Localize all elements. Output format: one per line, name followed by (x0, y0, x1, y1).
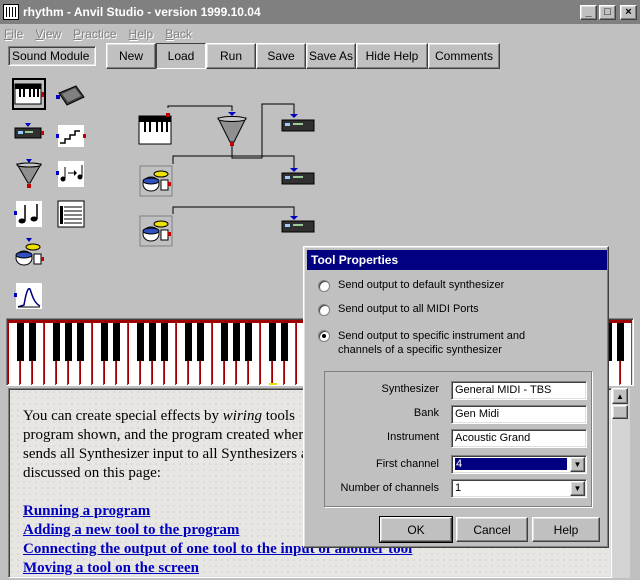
node-synth-2-icon[interactable] (281, 168, 315, 185)
num-channels-label: Number of channels (340, 482, 439, 494)
node-drums-1-icon[interactable] (139, 165, 173, 197)
stairs-icon (56, 125, 86, 147)
num-channels-select[interactable]: 1 ▼ (451, 479, 587, 498)
palette-notes-tool[interactable] (12, 198, 46, 230)
app-icon[interactable] (3, 4, 19, 20)
ok-button[interactable]: OK (379, 516, 453, 543)
black-key[interactable] (29, 323, 36, 361)
keyboard-icon (14, 83, 44, 105)
close-button[interactable]: × (620, 4, 637, 20)
notes-icon (14, 201, 42, 227)
funnel-icon (16, 159, 42, 188)
cancel-button[interactable]: Cancel (456, 517, 528, 542)
black-key[interactable] (233, 323, 240, 361)
node-keyboard-icon[interactable] (138, 113, 172, 145)
tool-properties-dialog: Tool Properties Send output to default s… (303, 246, 609, 548)
run-button[interactable]: Run (206, 43, 256, 69)
black-key[interactable] (269, 323, 276, 361)
properties-group: Synthesizer General MIDI - TBS Bank Gen … (324, 371, 592, 507)
synthesizer-field[interactable]: General MIDI - TBS (451, 381, 587, 400)
palette-staff-tool[interactable] (54, 198, 88, 230)
radio-button[interactable] (318, 304, 330, 316)
first-channel-select[interactable]: 4 ▼ (451, 455, 587, 474)
node-synth-3-icon[interactable] (281, 216, 315, 233)
dialog-title: Tool Properties (307, 250, 607, 270)
black-key[interactable] (161, 323, 168, 361)
black-key[interactable] (245, 323, 252, 361)
note-arrow-icon (56, 161, 84, 187)
palette-keyboard-tool[interactable] (12, 78, 46, 110)
comments-button[interactable]: Comments (428, 43, 500, 69)
scroll-up-icon[interactable]: ▲ (612, 388, 628, 404)
palette-stairs-tool[interactable] (54, 120, 88, 152)
black-key[interactable] (137, 323, 144, 361)
chevron-down-icon[interactable]: ▼ (570, 457, 585, 472)
black-key[interactable] (149, 323, 156, 361)
palette-synth-tool[interactable] (12, 118, 46, 150)
palette-note-arrow-tool[interactable] (54, 158, 88, 190)
instrument-field[interactable]: Acoustic Grand (451, 429, 587, 448)
save-as-button[interactable]: Save As (306, 43, 356, 69)
synth-module-icon (14, 123, 44, 139)
option-default-synth[interactable]: Send output to default synthesizer (318, 279, 504, 292)
radio-button-checked[interactable] (318, 330, 330, 342)
palette-sequencer-tool[interactable] (54, 80, 88, 112)
black-key[interactable] (77, 323, 84, 361)
black-key[interactable] (65, 323, 72, 361)
black-key[interactable] (17, 323, 24, 361)
option-specific-instrument[interactable]: Send output to specific instrument and c… (318, 329, 538, 357)
black-key[interactable] (53, 323, 60, 361)
menu-bar: File View Practice Help Back (0, 24, 640, 43)
middle-c-marker (269, 383, 277, 385)
menu-help[interactable]: Help (129, 27, 154, 41)
toolbar: New Load Run Save Save As Hide Help Comm… (106, 43, 500, 71)
black-key[interactable] (113, 323, 120, 361)
scroll-thumb[interactable] (612, 405, 628, 419)
save-button[interactable]: Save (256, 43, 306, 69)
synthesizer-label: Synthesizer (381, 383, 439, 395)
help-scrollbar[interactable]: ▲ (612, 388, 630, 578)
maximize-button[interactable]: □ (599, 4, 616, 20)
black-key[interactable] (281, 323, 288, 361)
envelope-icon (14, 283, 42, 309)
black-key[interactable] (197, 323, 204, 361)
new-button[interactable]: New (106, 43, 156, 69)
black-key[interactable] (101, 323, 108, 361)
window-title: rhythm - Anvil Studio - version 1999.10.… (23, 5, 261, 19)
bank-label: Bank (413, 407, 439, 419)
title-bar: rhythm - Anvil Studio - version 1999.10.… (0, 0, 640, 24)
black-key[interactable] (185, 323, 192, 361)
bank-field[interactable]: Gen Midi (451, 405, 587, 424)
help-button[interactable]: Help (532, 517, 600, 542)
palette-envelope-tool[interactable] (12, 280, 46, 312)
palette-funnel-tool[interactable] (12, 158, 46, 190)
first-channel-label: First channel (376, 458, 439, 470)
node-synth-1-icon[interactable] (281, 114, 315, 132)
hide-help-button[interactable]: Hide Help (356, 43, 428, 69)
option-all-midi-ports[interactable]: Send output to all MIDI Ports (318, 303, 479, 316)
menu-practice[interactable]: Practice (73, 27, 116, 41)
menu-back[interactable]: Back (165, 27, 192, 41)
palette-drums-tool[interactable] (12, 238, 46, 270)
instrument-label: Instrument (387, 431, 439, 443)
palette-label: Sound Module (8, 46, 96, 66)
node-funnel-icon[interactable] (217, 112, 247, 146)
drums-icon (15, 238, 44, 266)
menu-file[interactable]: File (4, 27, 23, 41)
minimize-button[interactable]: _ (580, 4, 597, 20)
black-key[interactable] (617, 323, 624, 361)
sequencer-icon (56, 85, 85, 106)
black-key[interactable] (221, 323, 228, 361)
load-button[interactable]: Load (156, 43, 206, 69)
node-drums-2-icon[interactable] (139, 215, 173, 247)
menu-view[interactable]: View (35, 27, 61, 41)
link-moving-tool[interactable]: Moving a tool on the screen (23, 559, 412, 577)
radio-button[interactable] (318, 280, 330, 292)
chevron-down-icon[interactable]: ▼ (570, 481, 585, 496)
staff-icon (57, 200, 85, 228)
